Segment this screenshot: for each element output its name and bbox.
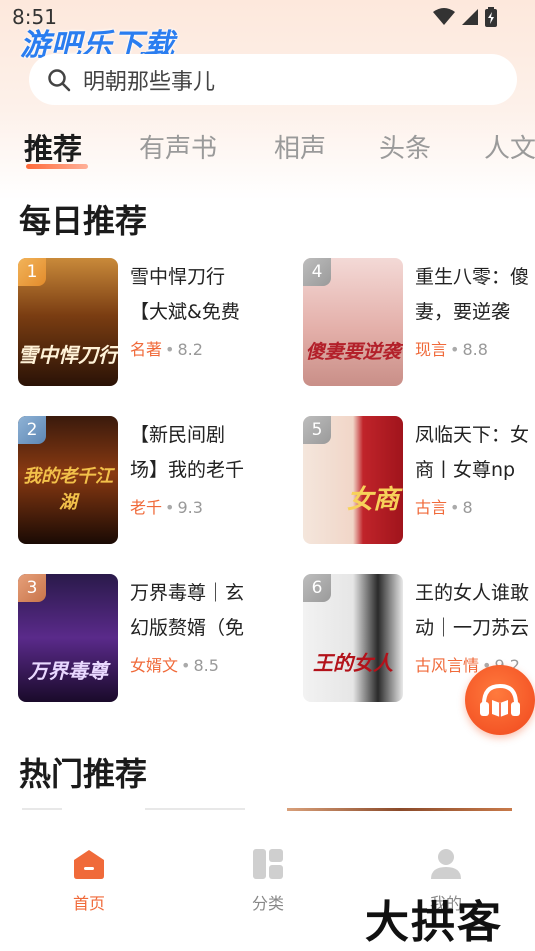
book-title: 凤临天下：女 商丨女尊np: [415, 424, 530, 481]
book-card[interactable]: 2 我的老千江湖 【新民间剧 场】我的老千 老千 • 9.3: [18, 416, 278, 546]
book-score: 8: [462, 498, 473, 517]
rank-badge: 1: [18, 258, 46, 286]
book-card[interactable]: 1 雪中悍刀行 雪中悍刀行 【大斌&免费 名著 • 8.2: [18, 258, 278, 388]
book-score: 8.5: [193, 656, 219, 675]
cover-title-art: 傻妻要逆袭: [305, 341, 401, 363]
book-title: 王的女人谁敢 动｜一刀苏云: [415, 582, 530, 639]
search-bar[interactable]: 明朝那些事儿: [29, 54, 517, 105]
nav-category-label: 分类: [251, 894, 284, 913]
signal-icon: [462, 9, 478, 25]
cover-title-art: 女商: [346, 485, 399, 515]
nav-category[interactable]: 分类: [228, 848, 308, 914]
book-title: 【新民间剧 场】我的老千: [130, 424, 245, 481]
book-meta: 老千 • 9.3: [130, 498, 203, 517]
book-category: 现言: [415, 340, 448, 359]
cover-title-art: 我的老千江湖: [23, 466, 113, 513]
book-cover: 2 我的老千江湖: [18, 416, 118, 544]
tab-headlines[interactable]: 头条: [379, 128, 431, 165]
battery-icon: [485, 7, 497, 27]
book-title: 万界毒尊｜玄 幻版赘婿（免: [130, 582, 245, 639]
rank-badge: 5: [303, 416, 331, 444]
rank-badge: 3: [18, 574, 46, 602]
book-meta: 古言 • 8: [415, 498, 473, 517]
book-meta: 名著 • 8.2: [130, 340, 203, 359]
tab-active-underline: [26, 164, 88, 169]
cover-title-art: 万界毒尊: [28, 659, 108, 683]
home-icon: [74, 850, 104, 879]
nav-home-label: 首页: [72, 894, 105, 913]
watermark-corner: 大拱客: [365, 897, 503, 948]
book-category: 老千: [130, 498, 163, 517]
audio-player-button[interactable]: [465, 665, 535, 735]
rank-badge: 6: [303, 574, 331, 602]
cover-title-art: 雪中悍刀行: [18, 343, 118, 367]
book-title: 重生八零：傻 妻，要逆袭: [415, 266, 530, 323]
book-cover: 5 女商: [303, 416, 403, 544]
hot-recommend-title: 热门推荐: [19, 755, 148, 793]
book-score: 9.3: [177, 498, 203, 517]
wifi-icon: [433, 8, 455, 25]
book-category: 女婿文: [130, 656, 179, 675]
book-cover: 3 万界毒尊: [18, 574, 118, 702]
book-card[interactable]: 3 万界毒尊 万界毒尊｜玄 幻版赘婿（免 女婿文 • 8.5: [18, 574, 278, 704]
tab-humanities[interactable]: 人文: [484, 128, 535, 165]
cover-title-art: 王的女人: [313, 651, 393, 675]
book-title: 雪中悍刀行 【大斌&免费: [130, 266, 240, 323]
search-icon: [48, 68, 71, 91]
tab-recommend[interactable]: 推荐: [24, 126, 82, 168]
book-cover: 6 王的女人: [303, 574, 403, 702]
search-placeholder: 明朝那些事儿: [83, 69, 216, 95]
status-icons: [433, 7, 497, 27]
rank-badge: 4: [303, 258, 331, 286]
book-score: 8.2: [177, 340, 203, 359]
book-score: 8.8: [462, 340, 488, 359]
headphones-book-icon: [480, 683, 520, 717]
category-tabs: 推荐 有声书 相声 头条 人文: [0, 126, 535, 169]
book-meta: 女婿文 • 8.5: [130, 656, 219, 675]
book-card[interactable]: 5 女商 凤临天下：女 商丨女尊np 古言 • 8: [303, 416, 535, 546]
daily-recommend-title: 每日推荐: [19, 202, 148, 240]
book-cover: 4 傻妻要逆袭: [303, 258, 403, 386]
tab-audiobook[interactable]: 有声书: [139, 128, 217, 165]
book-meta: 现言 • 8.8: [415, 340, 488, 359]
hot-cards-peek: [0, 808, 535, 812]
profile-icon: [431, 849, 461, 879]
book-category: 名著: [130, 340, 163, 359]
tab-crosstalk[interactable]: 相声: [274, 128, 326, 165]
category-icon: [253, 849, 283, 879]
nav-home[interactable]: 首页: [49, 848, 129, 914]
book-card[interactable]: 4 傻妻要逆袭 重生八零：傻 妻，要逆袭 现言 • 8.8: [303, 258, 535, 388]
book-category: 古言: [415, 498, 448, 517]
book-category: 古风言情: [415, 656, 480, 675]
book-cover: 1 雪中悍刀行: [18, 258, 118, 386]
rank-badge: 2: [18, 416, 46, 444]
